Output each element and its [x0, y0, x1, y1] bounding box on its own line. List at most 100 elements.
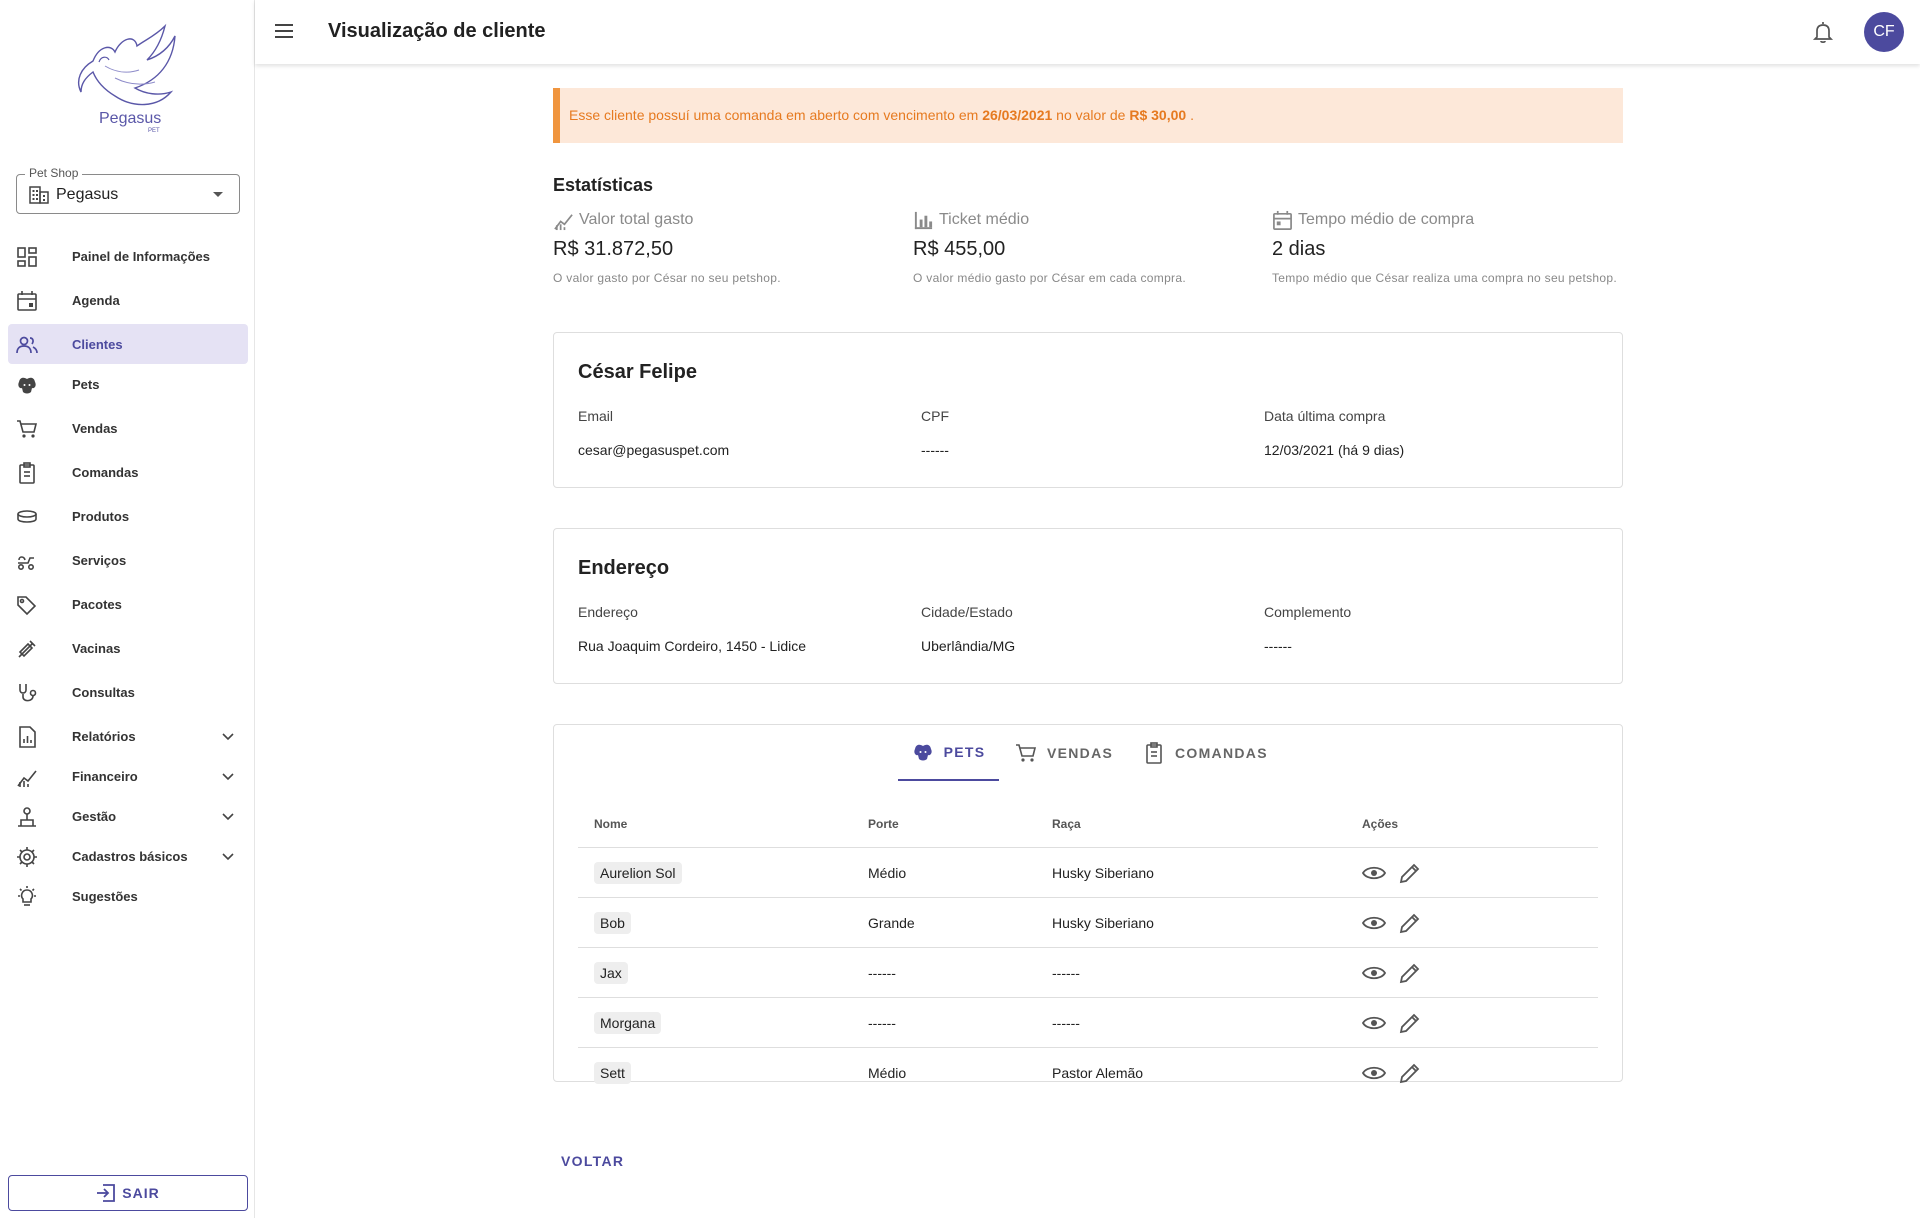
page-title: Visualização de cliente [328, 20, 546, 42]
view-eye-icon[interactable] [1362, 861, 1386, 885]
stat-description: O valor médio gasto por César em cada co… [913, 271, 1186, 285]
dropdown-caret-icon [213, 192, 223, 197]
menu-icon[interactable] [273, 20, 295, 42]
edit-pencil-icon[interactable] [1398, 861, 1422, 885]
sidebar-item-cadastros[interactable]: Cadastros básicos [8, 836, 248, 876]
column-header-acoes: Ações [1361, 800, 1598, 848]
pet-breed: ------ [1051, 997, 1361, 1048]
pet-name-chip[interactable]: Aurelion Sol [594, 861, 682, 884]
address-street-field: Endereço Rua Joaquim Cordeiro, 1450 - Li… [578, 604, 806, 654]
sidebar: Pegasus PET Pet Shop Pegasus Painel de I… [0, 0, 255, 1218]
table-row: Jax ------ ------ [578, 947, 1598, 998]
back-button[interactable]: VOLTAR [553, 1147, 632, 1175]
grooming-icon [17, 556, 35, 571]
chevron-down-icon [222, 853, 234, 861]
view-eye-icon[interactable] [1362, 1011, 1386, 1035]
sidebar-item-label: Pets [72, 377, 100, 392]
sidebar-item-relatorios[interactable]: Relatórios [8, 716, 248, 756]
building-icon [29, 186, 49, 204]
stat-value: R$ 31.872,50 [553, 238, 674, 260]
sidebar-item-label: Comandas [72, 465, 139, 480]
sidebar-item-label: Painel de Informações [72, 249, 210, 264]
view-eye-icon[interactable] [1362, 1061, 1386, 1085]
sidebar-item-painel[interactable]: Painel de Informações [8, 236, 248, 280]
bar-chart-icon [914, 211, 933, 229]
field-value: ------ [921, 442, 949, 458]
chevron-down-icon [222, 773, 234, 781]
edit-pencil-icon[interactable] [1398, 1011, 1422, 1035]
edit-pencil-icon[interactable] [1398, 1061, 1422, 1085]
sidebar-item-produtos[interactable]: Produtos [8, 496, 248, 540]
tags-icon [17, 596, 37, 616]
sidebar-item-label: Gestão [72, 809, 117, 824]
finance-icon [17, 770, 37, 787]
address-complement-field: Complemento ------ [1264, 604, 1351, 654]
avatar[interactable]: CF [1864, 12, 1904, 52]
chevron-down-icon [222, 813, 234, 821]
table-row: Sett Médio Pastor Alemão [578, 1048, 1598, 1098]
pet-name-chip[interactable]: Morgana [594, 1011, 662, 1034]
pet-size: ------ [867, 947, 1051, 998]
column-header-nome: Nome [578, 800, 867, 848]
sidebar-item-vacinas[interactable]: Vacinas [8, 628, 248, 672]
stat-description: O valor gasto por César no seu petshop. [553, 271, 781, 285]
field-value: ------ [1264, 638, 1292, 654]
tab-vendas[interactable]: VENDAS [1015, 725, 1113, 781]
client-name: César Felipe [578, 361, 697, 383]
sidebar-item-label: Clientes [72, 337, 123, 352]
sidebar-item-pacotes[interactable]: Pacotes [8, 584, 248, 628]
sidebar-item-vendas[interactable]: Vendas [8, 408, 248, 452]
pet-size: ------ [867, 997, 1051, 1048]
sidebar-item-agenda[interactable]: Agenda [8, 280, 248, 324]
alert-text-middle: no valor de [1056, 107, 1126, 123]
address-card: Endereço Endereço Rua Joaquim Cordeiro, … [553, 528, 1623, 684]
view-eye-icon[interactable] [1362, 961, 1386, 985]
stat-average-purchase-time: Tempo médio de compra 2 dias Tempo médio… [1272, 208, 1632, 285]
sidebar-item-gestao[interactable]: Gestão [8, 796, 248, 836]
client-cpf-field: CPF ------ [921, 408, 949, 458]
bell-icon[interactable] [1811, 20, 1835, 44]
stat-label: Tempo médio de compra [1298, 211, 1475, 228]
tab-label: VENDAS [1047, 745, 1114, 761]
field-label: Complemento [1264, 604, 1352, 620]
pet-name-chip[interactable]: Jax [594, 961, 628, 984]
sidebar-item-sugestoes[interactable]: Sugestões [8, 876, 248, 916]
sidebar-item-financeiro[interactable]: Financeiro [8, 756, 248, 796]
column-header-porte: Porte [867, 800, 1051, 848]
sidebar-item-servicos[interactable]: Serviços [8, 540, 248, 584]
field-label: Email [578, 408, 614, 424]
sidebar-item-comandas[interactable]: Comandas [8, 452, 248, 496]
pet-name-chip[interactable]: Bob [594, 911, 631, 934]
tab-label: COMANDAS [1175, 745, 1268, 761]
sidebar-item-label: Agenda [72, 293, 120, 308]
alert-due-date: 26/03/2021 [982, 107, 1053, 123]
view-eye-icon[interactable] [1362, 911, 1386, 935]
lightbulb-icon [18, 886, 36, 906]
pet-name-chip[interactable]: Sett [594, 1061, 631, 1084]
sidebar-item-clientes[interactable]: Clientes [8, 324, 248, 364]
pet-shop-select[interactable]: Pet Shop Pegasus [16, 166, 240, 214]
alert-text-end: . [1190, 107, 1194, 123]
pet-size: Grande [867, 897, 1051, 948]
logout-button[interactable]: SAIR [8, 1175, 248, 1211]
report-icon [19, 726, 36, 748]
open-tab-alert: Esse cliente possuí uma comanda em abert… [553, 88, 1623, 143]
tab-pets[interactable]: PETS [898, 725, 999, 781]
edit-pencil-icon[interactable] [1398, 961, 1422, 985]
field-value: Uberlândia/MG [921, 638, 1016, 654]
sidebar-item-pets[interactable]: Pets [8, 364, 248, 408]
cart-icon [17, 420, 38, 438]
alert-text-before: Esse cliente possuí uma comanda em abert… [569, 107, 979, 123]
stat-label: Valor total gasto [579, 211, 694, 228]
edit-pencil-icon[interactable] [1398, 911, 1422, 935]
stethoscope-icon [19, 684, 37, 702]
address-title: Endereço [578, 557, 670, 579]
sidebar-item-consultas[interactable]: Consultas [8, 672, 248, 716]
logout-label: SAIR [122, 1185, 160, 1201]
table-header-row: Nome Porte Raça Ações [578, 800, 1598, 848]
pet-breed: ------ [1051, 947, 1361, 998]
sidebar-item-label: Vacinas [72, 641, 121, 656]
tab-comandas[interactable]: COMANDAS [1143, 725, 1268, 781]
stat-total-spent: Valor total gasto R$ 31.872,50 O valor g… [553, 208, 913, 285]
field-label: Cidade/Estado [921, 604, 1013, 620]
